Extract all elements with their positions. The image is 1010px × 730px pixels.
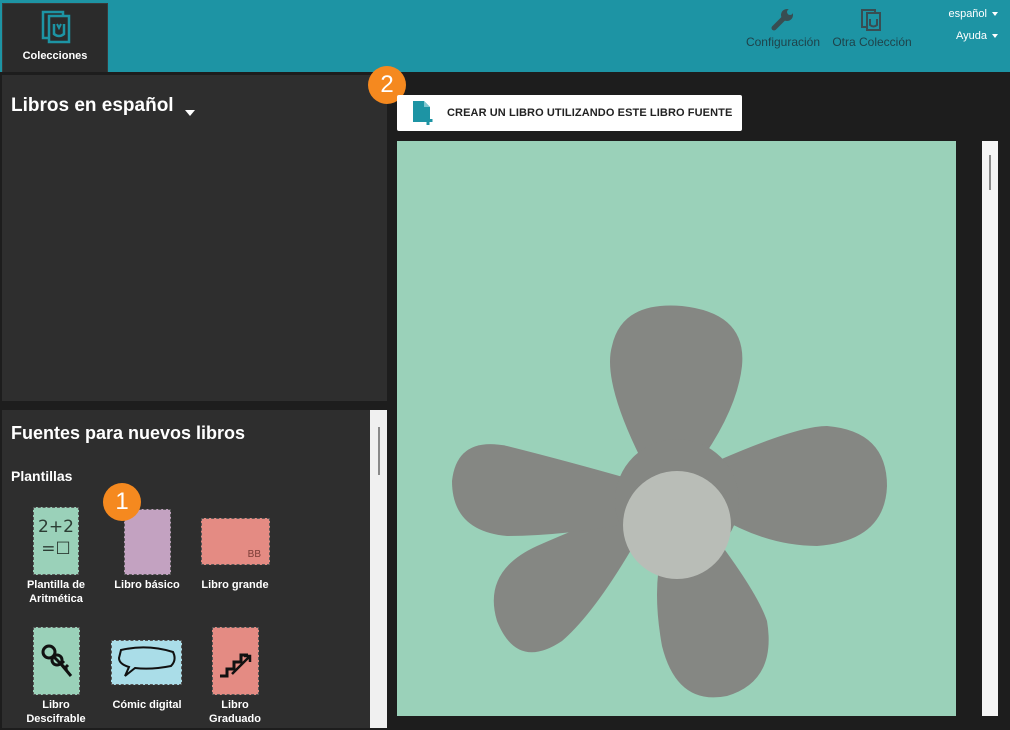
collections-icon — [41, 10, 75, 49]
stairs-icon — [220, 653, 252, 678]
wrench-icon — [770, 9, 796, 35]
sources-panel: Fuentes para nuevos libros Plantillas 2+… — [2, 410, 387, 728]
new-document-icon — [411, 100, 437, 131]
template-label: Libro Graduado — [209, 699, 261, 725]
template-arithmetic[interactable]: 2+2 =☐ Plantilla de Aritmética — [21, 507, 91, 607]
templates-heading: Plantillas — [11, 468, 73, 484]
sources-title: Fuentes para nuevos libros — [11, 423, 246, 443]
collection-panel: Libros en español — [2, 75, 387, 401]
book-preview — [397, 141, 956, 716]
other-collection-button[interactable]: Otra Colección — [830, 8, 914, 49]
template-label: Plantilla de Aritmética — [26, 579, 86, 605]
create-book-label: CREAR UN LIBRO UTILIZANDO ESTE LIBRO FUE… — [447, 107, 733, 119]
language-help-menu: español Ayuda — [948, 8, 998, 52]
sources-scrollbar-thumb[interactable] — [378, 427, 380, 475]
template-label: Libro grande — [201, 579, 269, 591]
settings-button[interactable]: Configuración — [744, 8, 822, 49]
flower-illustration — [452, 305, 887, 698]
step-badge-1: 1 — [103, 483, 141, 521]
template-leveled-book[interactable]: Libro Graduado — [197, 627, 273, 728]
template-label: Libro Descifrable — [26, 699, 86, 725]
speech-bubble-icon — [117, 646, 176, 677]
template-big-book[interactable]: BB Libro grande — [197, 507, 273, 607]
flower-center — [623, 471, 731, 579]
preview-scrollbar[interactable] — [982, 141, 998, 716]
settings-label: Configuración — [745, 35, 821, 49]
tab-colecciones[interactable]: Colecciones — [2, 3, 108, 72]
basic-book-thumbnail — [124, 509, 171, 575]
collection-title[interactable]: Libros en español — [11, 95, 174, 117]
chevron-down-icon — [992, 34, 998, 39]
preview-scrollbar-thumb[interactable] — [989, 155, 991, 190]
language-selector[interactable]: español — [948, 8, 998, 30]
arithmetic-thumbnail: 2+2 =☐ — [33, 507, 79, 575]
template-decodable[interactable]: Libro Descifrable — [21, 627, 91, 728]
decodable-thumbnail — [33, 627, 80, 695]
leveled-book-thumbnail — [212, 627, 259, 695]
collection-dropdown-icon[interactable] — [185, 110, 195, 116]
template-basic-book[interactable]: Libro básico — [107, 507, 187, 607]
template-label: Cómic digital — [112, 699, 182, 711]
digital-comic-thumbnail — [111, 640, 182, 685]
big-book-thumbnail: BB — [201, 518, 270, 565]
top-bar: Colecciones Configuración Otra Colección… — [0, 0, 1010, 72]
tab-label: Colecciones — [22, 50, 88, 62]
create-book-button[interactable]: CREAR UN LIBRO UTILIZANDO ESTE LIBRO FUE… — [397, 95, 742, 131]
other-collection-icon — [859, 9, 885, 35]
help-menu[interactable]: Ayuda — [948, 30, 998, 52]
template-digital-comic[interactable]: Cómic digital — [107, 627, 187, 728]
other-collection-label: Otra Colección — [832, 35, 912, 49]
chevron-down-icon — [992, 12, 998, 17]
keys-icon — [41, 644, 73, 677]
template-label: Libro básico — [114, 579, 180, 591]
